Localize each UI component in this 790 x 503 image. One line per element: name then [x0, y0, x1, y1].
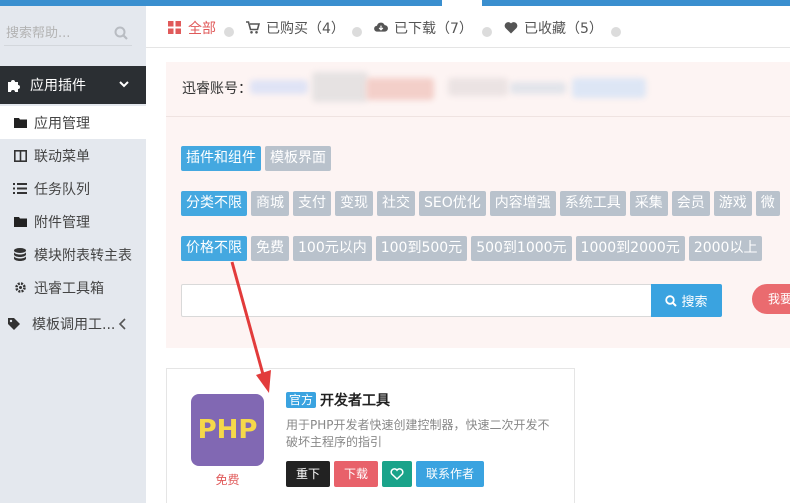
gear-icon: [12, 281, 28, 295]
sidebar-item-template-tools[interactable]: 模板调用工...: [0, 307, 146, 340]
columns-icon: [12, 149, 28, 163]
filter-chip-price[interactable]: 100元以内: [293, 236, 372, 261]
sidebar-item-task-queue[interactable]: 任务队列: [0, 172, 146, 205]
filter-chip-price[interactable]: 价格不限: [181, 236, 247, 261]
help-search-input[interactable]: [6, 22, 106, 44]
help-search: [4, 20, 132, 46]
tab-label: 全部: [188, 21, 216, 37]
sidebar-top-bar: [0, 0, 146, 6]
tab-label: 已收藏（5）: [524, 21, 603, 37]
filter-chip-category[interactable]: 支付: [293, 191, 331, 216]
filter-chip-category[interactable]: SEO优化: [419, 191, 486, 216]
redacted-info: [572, 78, 646, 98]
tab-favorited[interactable]: 已收藏（5）: [504, 18, 603, 38]
filter-tabs: 全部 已购买（4） 已下载（7） 已收藏（5）: [146, 6, 790, 48]
filter-chip-price[interactable]: 2000以上: [688, 236, 763, 261]
filter-chip-category[interactable]: 社交: [377, 191, 415, 216]
sidebar-section-app-plugins[interactable]: 应用插件: [0, 66, 146, 104]
plugin-actions: 重下 下载 联系作者: [286, 461, 488, 487]
sidebar-item-toolbox[interactable]: 迅睿工具箱: [0, 271, 146, 304]
search-button-label: 搜索: [681, 295, 708, 310]
search-icon[interactable]: [114, 26, 128, 40]
plugin-card: PHP 免费 官方 开发者工具 用于PHP开发者快速创建控制器，快速二次开发不破…: [166, 368, 575, 503]
chevron-left-icon[interactable]: [118, 318, 128, 330]
plugin-title[interactable]: 开发者工具: [320, 390, 390, 410]
folder-icon: [12, 215, 28, 229]
sidebar-item-label: 应用管理: [34, 115, 90, 132]
list-icon: [12, 182, 28, 196]
filter-chip-price[interactable]: 500到1000元: [471, 236, 572, 261]
filter-chip-category[interactable]: 采集: [629, 191, 668, 216]
sidebar: 应用插件 应用管理 联动菜单 任务队列 附件管理 模块附表转主表 迅睿工具箱 模…: [0, 0, 146, 503]
redacted-info: [510, 82, 566, 94]
tab-separator: [611, 27, 621, 37]
sidebar-item-label: 模块附表转主表: [34, 247, 132, 264]
filter-chip-plugins[interactable]: 插件和组件: [181, 146, 261, 171]
filter-chip-category[interactable]: 商城: [251, 191, 289, 216]
puzzle-icon: [8, 80, 20, 92]
filter-chip-price[interactable]: 免费: [251, 236, 289, 261]
filter-chip-category[interactable]: 分类不限: [181, 191, 247, 216]
filter-chip-price[interactable]: 100到500元: [375, 236, 468, 261]
filter-chip-category[interactable]: 系统工具: [559, 191, 626, 216]
sidebar-item-label: 任务队列: [34, 181, 90, 198]
folder-icon: [12, 116, 28, 130]
redacted-account: [250, 80, 308, 94]
sidebar-item-app-management[interactable]: 应用管理: [0, 106, 146, 139]
sidebar-item-label: 模板调用工...: [32, 316, 116, 333]
filter-chip-templates[interactable]: 模板界面: [265, 146, 331, 171]
reinstall-button[interactable]: 重下: [286, 461, 331, 487]
want-button[interactable]: 我要: [752, 284, 790, 314]
sidebar-item-linked-menu[interactable]: 联动菜单: [0, 139, 146, 172]
heart-icon: [504, 21, 518, 35]
tab-all[interactable]: 全部: [168, 18, 216, 38]
plugin-description: 用于PHP开发者快速创建控制器，快速二次开发不破坏主程序的指引: [286, 418, 550, 449]
database-icon: [12, 248, 28, 262]
account-label: 迅睿账号：: [182, 81, 252, 97]
tag-icon: [6, 317, 22, 331]
redacted-info: [366, 78, 434, 100]
official-badge: 官方: [286, 392, 317, 408]
grid-icon: [168, 21, 182, 35]
download-button[interactable]: 下载: [334, 461, 379, 487]
favorite-button[interactable]: [382, 461, 413, 487]
sidebar-item-module-table[interactable]: 模块附表转主表: [0, 238, 146, 271]
search-button[interactable]: 搜索: [651, 284, 722, 317]
tab-label: 已下载（7）: [394, 21, 473, 37]
category-filter-row: 分类不限 商城 支付 变现 社交 SEO优化 内容增强 系统工具 采集 会员 游…: [181, 191, 784, 216]
sidebar-item-label: 迅睿工具箱: [34, 280, 104, 297]
filter-chip-category[interactable]: 游戏: [713, 191, 752, 216]
plugin-search-input[interactable]: [181, 284, 652, 317]
sidebar-item-label: 附件管理: [34, 214, 90, 231]
contact-author-button[interactable]: 联系作者: [416, 461, 485, 487]
redacted-info: [312, 72, 368, 102]
redacted-info: [448, 78, 508, 96]
sidebar-item-attachment-management[interactable]: 附件管理: [0, 205, 146, 238]
filter-chip-category[interactable]: 内容增强: [489, 191, 556, 216]
filter-chip-category[interactable]: 变现: [335, 191, 373, 216]
panel-divider: [166, 116, 790, 117]
filter-chip-category[interactable]: 会员: [671, 191, 710, 216]
heart-icon: [390, 468, 404, 480]
filter-chip-price[interactable]: 1000到2000元: [575, 236, 685, 261]
cart-icon: [246, 21, 260, 35]
tab-label: 已购买（4）: [266, 21, 345, 37]
tab-purchased[interactable]: 已购买（4）: [246, 18, 345, 38]
tab-downloaded[interactable]: 已下载（7）: [374, 18, 473, 38]
chevron-down-icon[interactable]: [118, 78, 130, 90]
price-filter-row: 价格不限 免费 100元以内 100到500元 500到1000元 1000到2…: [181, 236, 766, 261]
filter-chip-category[interactable]: 微: [755, 191, 780, 216]
sidebar-section-label: 应用插件: [30, 78, 86, 94]
tab-separator: [482, 27, 492, 37]
sidebar-item-label: 联动菜单: [34, 148, 90, 165]
tab-separator: [224, 27, 234, 37]
cloud-download-icon: [374, 21, 388, 35]
tab-separator: [352, 27, 362, 37]
type-filter-row: 插件和组件 模板界面: [181, 146, 335, 171]
plugin-price: 免费: [215, 473, 240, 487]
filter-panel: 迅睿账号： 插件和组件 模板界面 分类不限 商城 支付 变现 社交 SEO优化 …: [166, 62, 790, 348]
search-icon: [665, 294, 678, 307]
plugin-logo[interactable]: PHP: [191, 394, 264, 466]
